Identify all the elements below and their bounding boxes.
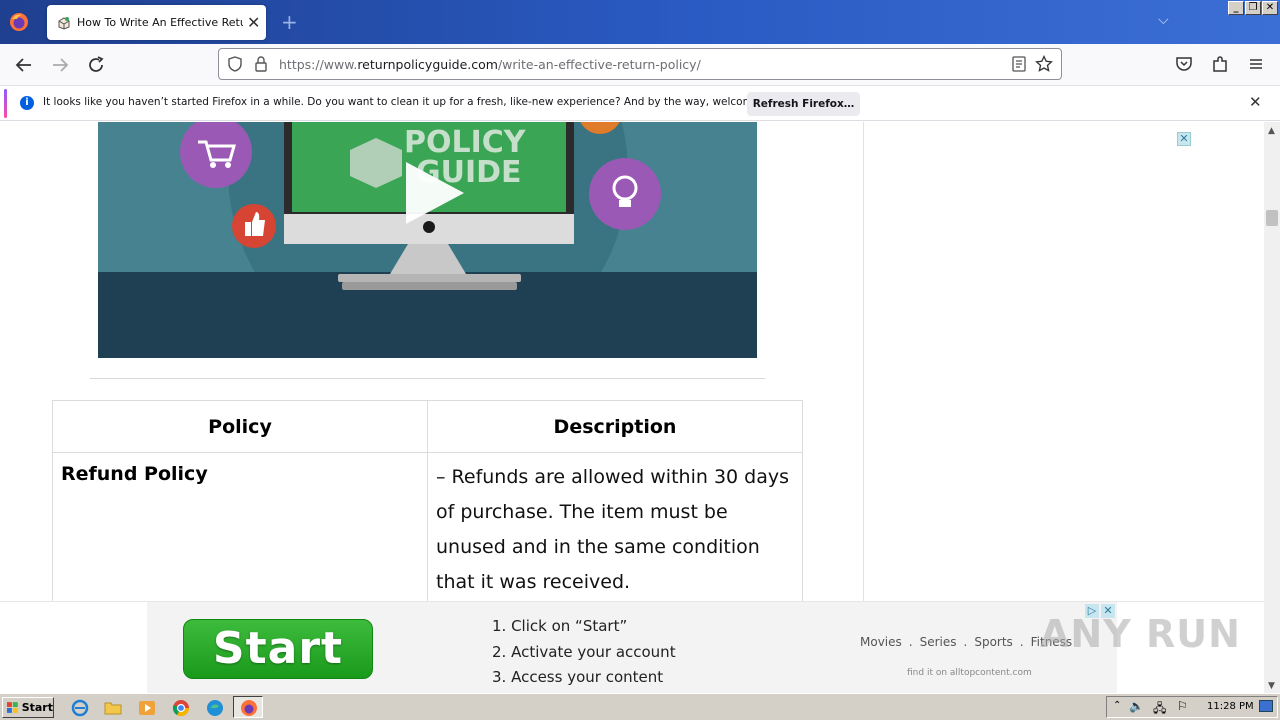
window-controls: _ ❐ ✕ <box>1228 1 1278 15</box>
pocket-icon[interactable] <box>1174 54 1194 74</box>
lock-icon[interactable] <box>254 56 268 72</box>
url-path: /write-an-effective-return-policy/ <box>497 57 701 72</box>
ad-step: 3. Access your content <box>492 668 664 686</box>
ad-step: 2. Activate your account <box>492 642 676 661</box>
video-thumbnail: POLICY GUIDE <box>98 122 757 358</box>
internet-explorer-icon[interactable] <box>71 699 89 717</box>
back-icon[interactable] <box>13 54 35 76</box>
table-row: Refund Policy – Refunds are allowed with… <box>52 452 803 601</box>
tracking-protection-shield-icon[interactable] <box>227 56 243 72</box>
action-center-flag-icon[interactable]: ⚐ <box>1177 699 1188 713</box>
bookmark-star-icon[interactable] <box>1035 55 1053 73</box>
list-tabs-chevron-icon[interactable]: ⌵ <box>1158 12 1169 28</box>
reader-view-icon[interactable] <box>1011 56 1027 72</box>
notification-close-icon[interactable]: ✕ <box>1249 95 1262 110</box>
firefox-icon[interactable] <box>8 11 30 33</box>
show-hidden-icons-icon[interactable]: ⌃ <box>1113 700 1121 711</box>
url-bar[interactable]: https://www.returnpolicyguide.com/write-… <box>218 48 1062 80</box>
windows-logo-icon <box>6 701 18 713</box>
separator <box>90 378 765 379</box>
ad-category[interactable]: Sports <box>974 635 1012 649</box>
minimize-icon[interactable]: _ <box>1228 1 1244 15</box>
volume-icon[interactable]: 🔈 <box>1129 699 1144 713</box>
notification-bar: i It looks like you haven’t started Fire… <box>0 86 1280 121</box>
url-host: returnpolicyguide.com <box>357 57 498 72</box>
system-tray: ⌃ 🔈 🖧 ⚐ 11:28 PM <box>1106 696 1278 718</box>
sidebar-divider <box>863 122 864 601</box>
file-explorer-icon[interactable] <box>104 699 122 717</box>
ad-category[interactable]: Movies <box>860 635 902 649</box>
policy-name-cell: Refund Policy <box>52 452 428 601</box>
table-header-policy: Policy <box>52 400 428 453</box>
network-icon[interactable]: 🖧 <box>1153 699 1166 720</box>
video-player[interactable]: POLICY GUIDE <box>98 122 757 358</box>
notification-accent <box>4 89 7 118</box>
chrome-icon[interactable] <box>172 699 190 717</box>
clock[interactable]: 11:28 PM <box>1207 701 1254 712</box>
screen: How To Write An Effective Return Policy … <box>0 0 1280 720</box>
forward-icon[interactable] <box>49 54 71 76</box>
refresh-firefox-button[interactable]: Refresh Firefox… <box>747 92 860 116</box>
hamburger-menu-icon[interactable] <box>1246 54 1266 74</box>
vertical-scrollbar[interactable]: ▲ ▼ <box>1264 122 1280 693</box>
page-content: POLICY GUIDE ✕ Policy Description Refund… <box>0 122 1264 601</box>
scroll-thumb[interactable] <box>1266 210 1278 226</box>
ad-steps: 1. Click on “Start” 2. Activate your acc… <box>492 614 676 691</box>
close-window-icon[interactable]: ✕ <box>1262 1 1278 15</box>
tab-bar: How To Write An Effective Return Policy … <box>0 0 1280 44</box>
media-player-icon[interactable] <box>138 699 156 717</box>
url-text[interactable]: https://www.returnpolicyguide.com/write-… <box>279 57 701 72</box>
edge-icon[interactable] <box>206 699 224 717</box>
scroll-down-arrow-icon[interactable]: ▼ <box>1268 681 1275 691</box>
ad-step: 1. Click on “Start” <box>492 617 628 635</box>
taskbar: Start ⌃ � <box>0 693 1280 720</box>
anyrun-watermark: ANY RUN <box>1040 612 1241 656</box>
show-desktop-icon[interactable] <box>1259 700 1273 712</box>
info-icon: i <box>20 96 34 110</box>
table-header-description: Description <box>427 400 803 453</box>
start-label: Start <box>21 701 53 714</box>
notification-text: It looks like you haven’t started Firefo… <box>43 96 792 108</box>
active-tab[interactable]: How To Write An Effective Return Policy … <box>47 5 266 40</box>
ad-start-button[interactable]: Start <box>183 619 373 679</box>
sidebar-ad-close-icon[interactable]: ✕ <box>1177 132 1191 146</box>
tab-title: How To Write An Effective Return Policy <box>77 16 243 29</box>
start-button[interactable]: Start <box>2 697 54 718</box>
policy-table: Policy Description Refund Policy – Refun… <box>52 400 803 601</box>
firefox-taskbar-icon <box>241 700 257 716</box>
url-prefix: https://www. <box>279 57 358 72</box>
reload-icon[interactable] <box>85 54 107 76</box>
tab-close-icon[interactable]: ✕ <box>247 14 260 31</box>
extensions-icon[interactable] <box>1210 54 1230 74</box>
new-tab-icon[interactable]: + <box>281 10 298 34</box>
scroll-up-arrow-icon[interactable]: ▲ <box>1268 126 1275 136</box>
ad-source-text: find it on alltopcontent.com <box>907 668 1032 678</box>
navigation-toolbar: https://www.returnpolicyguide.com/write-… <box>0 44 1280 86</box>
ad-category[interactable]: Series <box>920 635 957 649</box>
policy-description-cell: – Refunds are allowed within 30 days of … <box>427 452 803 601</box>
firefox-taskbar-button[interactable] <box>233 696 263 718</box>
restore-icon[interactable]: ❐ <box>1245 1 1261 15</box>
ad-content[interactable]: Start 1. Click on “Start” 2. Activate yo… <box>147 602 1117 694</box>
site-favicon-icon <box>58 16 70 30</box>
